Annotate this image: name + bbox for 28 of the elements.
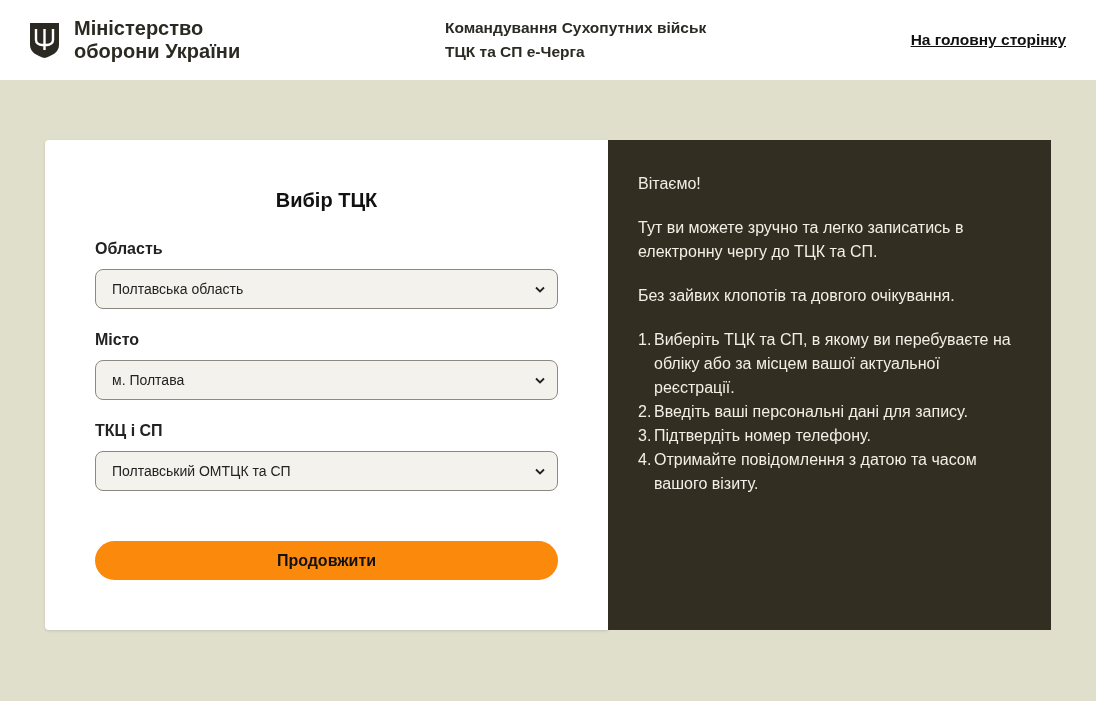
field-label: Місто [95,330,141,350]
select-field[interactable]: м. Полтава [95,360,558,400]
header-title: Командування Сухопутних військ [445,18,707,38]
continue-button[interactable]: Продовжити [95,541,558,580]
step-text: Отримайте повідомлення з датою та часом вашого візиту. [654,450,978,494]
home-link[interactable]: На головну сторінку [910,31,1066,49]
select-field[interactable]: Полтавська область [95,269,558,309]
greeting-text: Вітаємо! [638,174,702,194]
step-number: 4. [638,450,653,470]
info-paragraph: Без зайвих клопотів та довгого очікування. [638,286,956,306]
field-label: ТКЦ і СП [95,421,164,441]
chevron-down-icon [535,467,545,475]
select-field[interactable]: Полтавський ОМТЦК та СП [95,451,558,491]
logo-text: Міністерство [74,17,205,40]
info-paragraph: Тут ви можете зручно та легко записатись в електронну чергу до ТЦК та СП. [638,218,965,262]
field-label: Область [95,239,164,259]
logo-text: оборони України [74,40,241,63]
trident-shield-icon [30,22,59,58]
step-text: Підтвердіть номер телефону. [654,426,871,446]
chevron-down-icon [535,285,545,293]
form-title: Вибір ТЦК [274,188,379,213]
chevron-down-icon [535,376,545,384]
step-text: Введіть ваші персональні дані для запису. [654,402,968,422]
step-number: 2. [638,402,653,422]
step-number: 1. [638,330,653,350]
step-number: 3. [638,426,653,446]
step-text: Виберіть ТЦК та СП, в якому ви перебуваєте на обліку або за місцем вашої актуальної реєстрації. [654,330,1012,398]
header-title: ТЦК та СП е-Черга [445,42,586,62]
